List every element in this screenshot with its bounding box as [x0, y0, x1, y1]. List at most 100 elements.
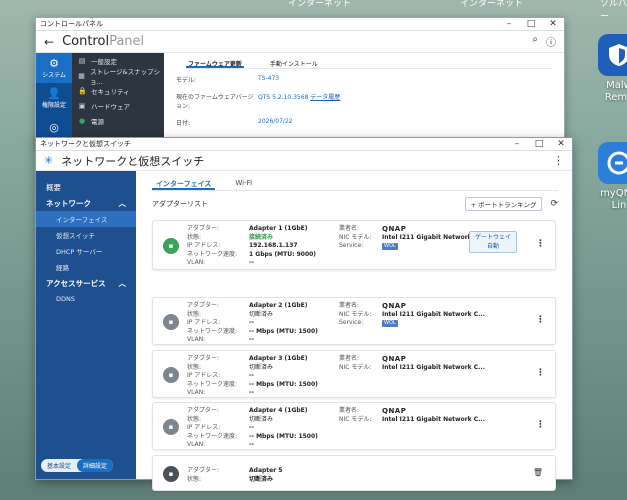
more-options-icon[interactable]: ⋮: [536, 368, 545, 378]
adapter-speed: 1 Gbps (MTU: 9000): [249, 250, 317, 258]
ethernet-port-icon: ▪: [163, 367, 179, 383]
control-panel-header: ← ControlPanel ⌕ ⓘ: [36, 31, 564, 53]
desktop-icon-malware-remover[interactable]: Malw Remo: [594, 34, 627, 104]
field-firmware-version: 現在のファームウェアバージョン: QTS 5.2.10.3568 データ履歴: [176, 92, 552, 110]
sidebar-section-access[interactable]: アクセスサービス ︿: [36, 275, 136, 291]
help-icon[interactable]: ⓘ: [546, 34, 556, 49]
adapter-values: Adapter 3 (1GbE) 切断済み -- -- Mbps (MTU: 1…: [249, 355, 318, 398]
gateway-label: ゲートウェイ: [474, 234, 511, 241]
tab-interfaces[interactable]: インターフェイス: [152, 177, 216, 190]
label: 状態:: [187, 475, 202, 483]
desktop-label: ソルバー: [600, 0, 627, 22]
sidebar-item-dhcp[interactable]: DHCP サーバー: [36, 243, 136, 259]
control-panel-window: コントロールパネル – □ ✕ ← ControlPanel ⌕ ⓘ ⚙ システ…: [35, 17, 565, 147]
window-title: コントロールパネル: [40, 20, 103, 28]
control-panel-titlebar[interactable]: コントロールパネル – □ ✕: [36, 18, 564, 31]
mode-advanced-button[interactable]: 詳細設定: [77, 459, 114, 472]
adapter-card[interactable]: ▪ アダプター: 状態: IP アドレス: ネットワーク速度: VLAN: Ad…: [152, 220, 556, 270]
back-arrow-icon[interactable]: ←: [44, 35, 54, 49]
search-icon[interactable]: ⌕: [532, 34, 538, 49]
adapter-values-2: QNAP Intel I211 Gigabit Network C...: [382, 355, 485, 372]
adapter-name: Adapter 3 (1GbE): [249, 355, 308, 362]
field-model: モデル: TS-473: [176, 75, 552, 84]
menu-label: セキュリティ: [91, 87, 130, 96]
desktop-icon-label: Malw: [606, 80, 627, 91]
menu-item-storage[interactable]: ▦ ストレージ&スナップショ...: [72, 68, 164, 86]
network-window: ネットワークと仮想スイッチ – □ ✕ ✳ ネットワークと仮想スイッチ ⋮ 概要…: [35, 137, 573, 491]
adapter-ip: --: [249, 372, 254, 379]
adapter-labels: アダプター: 状態: IP アドレス: ネットワーク速度: VLAN:: [187, 355, 237, 398]
label: 状態:: [187, 233, 202, 241]
tab-wifi[interactable]: Wi-Fi: [231, 177, 256, 190]
label: アダプター:: [187, 407, 220, 414]
settings-menu: ▤ 一般設定 ▦ ストレージ&スナップショ... 🔒 セキュリティ ▣ ハードウェア ●…: [72, 53, 164, 147]
ethernet-port-icon: ▪: [163, 419, 179, 435]
minimize-icon[interactable]: –: [506, 139, 528, 149]
refresh-icon[interactable]: ⟳: [550, 199, 558, 209]
adapter-values-2: QNAP Intel I211 Gigabit Network C... WOL: [382, 302, 485, 328]
trash-icon[interactable]: 🗑: [533, 468, 543, 477]
category-privilege[interactable]: 👤 権限設定: [36, 83, 72, 113]
more-options-icon[interactable]: ⋮: [536, 239, 545, 249]
label: 状態:: [187, 363, 202, 371]
wol-badge: WOL: [382, 320, 398, 327]
menu-label: 電源: [91, 117, 104, 126]
label: IP アドレス:: [187, 242, 221, 249]
field-value: 2026/07/22: [258, 118, 293, 125]
close-icon[interactable]: ✕: [542, 19, 564, 29]
chevron-up-icon: ︿: [118, 278, 127, 288]
category-system[interactable]: ⚙ システム: [36, 53, 72, 83]
adapter-card[interactable]: ▪ アダプター: 状態: IP アドレス: ネットワーク速度: VLAN: Ad…: [152, 297, 556, 345]
ethernet-port-icon: ▪: [163, 238, 179, 254]
sidebar-item-routes[interactable]: 経路: [36, 259, 136, 275]
port-trunking-button[interactable]: + ポートトランキング: [464, 197, 543, 211]
nic-model: Intel I211 Gigabit Network C...: [382, 310, 485, 318]
adapter-name: Adapter 2 (1GbE): [249, 302, 308, 309]
cloud-link-icon: [598, 142, 627, 184]
field-key: 現在のファームウェアバージョン:: [176, 94, 254, 110]
more-options-icon[interactable]: ⋮: [536, 420, 545, 430]
label: VLAN:: [187, 336, 206, 343]
tab-firmware-update[interactable]: ファームウェア更新: [186, 57, 244, 68]
label: 業者名:: [339, 225, 360, 232]
sidebar-item-interfaces[interactable]: インターフェイス: [36, 211, 136, 227]
close-icon[interactable]: ✕: [550, 139, 572, 149]
field-key: 日付:: [176, 120, 191, 127]
mode-basic-button[interactable]: 基本設定: [41, 459, 77, 472]
sidebar-item-virtual-switch[interactable]: 仮想スイッチ: [36, 227, 136, 243]
adapter-status: 切断済み: [249, 415, 274, 423]
network-titlebar[interactable]: ネットワークと仮想スイッチ – □ ✕: [36, 138, 572, 151]
history-link[interactable]: データ履歴: [310, 94, 340, 101]
label: ネットワーク速度:: [187, 327, 238, 335]
adapter-status: 切断済み: [249, 363, 274, 371]
network-main: インターフェイス Wi-Fi アダプターリスト + ポートトランキング ⟳ ▪ …: [136, 171, 572, 491]
gear-icon: ⚙: [49, 56, 59, 70]
minimize-icon[interactable]: –: [498, 19, 520, 29]
firmware-tabs: ファームウェア更新 手動インストール: [186, 57, 552, 69]
adapter-ip: --: [249, 424, 254, 431]
sidebar-section-network[interactable]: ネットワーク ︿: [36, 195, 136, 211]
adapter-speed: -- Mbps (MTU: 1500): [249, 327, 318, 335]
adapter-vlan: --: [249, 259, 254, 266]
desktop-icon-myqnapcloud[interactable]: myQNA Lin: [594, 142, 627, 212]
tab-manual-install[interactable]: 手動インストール: [268, 57, 320, 68]
storage-icon: ▦: [78, 71, 85, 80]
wol-badge: WOL: [382, 243, 398, 250]
label: アダプター:: [187, 225, 220, 232]
network-header: ✳ ネットワークと仮想スイッチ ⋮: [36, 151, 572, 171]
menu-item-hardware[interactable]: ▣ ハードウェア: [72, 98, 164, 113]
adapter-card[interactable]: ▪ アダプター: 状態: IP アドレス: ネットワーク速度: VLAN: Ad…: [152, 402, 556, 450]
more-options-icon[interactable]: ⋮: [553, 154, 564, 167]
menu-item-power[interactable]: ● 電源: [72, 113, 164, 128]
label: 業者名:: [339, 355, 360, 362]
gateway-badge[interactable]: ゲートウェイ 自動: [469, 231, 517, 253]
label: NIC モデル:: [339, 233, 372, 241]
maximize-icon[interactable]: □: [520, 19, 542, 29]
field-value: QTS 5.2.10.3568: [258, 94, 309, 101]
sidebar-item-overview[interactable]: 概要: [36, 179, 136, 195]
maximize-icon[interactable]: □: [528, 139, 550, 149]
sidebar-item-ddns[interactable]: DDNS: [36, 291, 136, 307]
adapter-card[interactable]: ▪ アダプター: 状態: Adapter 5 切断済み 🗑: [152, 455, 556, 491]
more-options-icon[interactable]: ⋮: [536, 315, 545, 325]
adapter-card[interactable]: ▪ アダプター: 状態: IP アドレス: ネットワーク速度: VLAN: Ad…: [152, 350, 556, 398]
